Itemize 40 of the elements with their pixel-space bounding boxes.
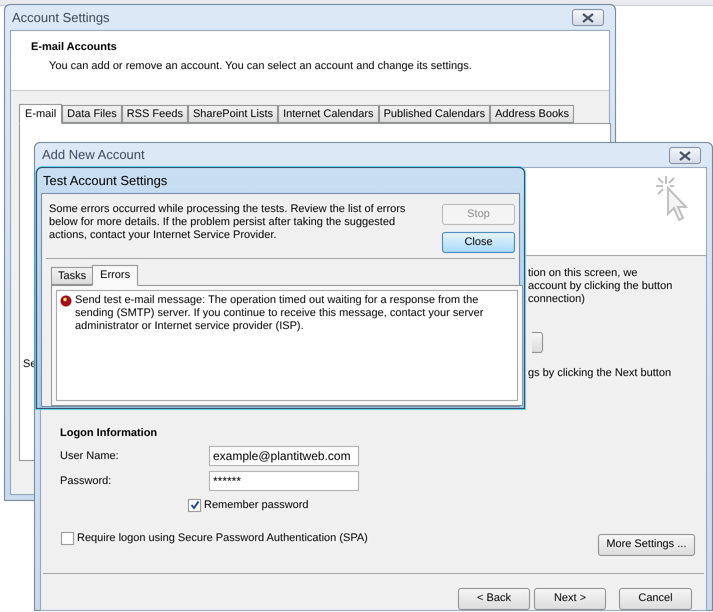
dialog-button[interactable]: Close [442,232,515,253]
error-message: Send test e-mail message: The operation timed out waiting for a response from the sending (SMTP) server. If you continue to receive this message, contact your server administrator or Internet service provider (ISP). [75,294,484,333]
partial-text: connection) [528,293,586,306]
tab[interactable]: SharePoint Lists [188,105,278,123]
dialog-button[interactable]: Next > [534,588,606,610]
dialog-button[interactable]: Cancel [619,588,692,610]
section-heading: E-mail Accounts [31,40,118,55]
dialog-button[interactable]: < Back [458,588,530,610]
tab[interactable]: Published Calendars [378,105,490,123]
dialog-button[interactable]: More Settings ... [598,534,695,556]
user-name-field[interactable]: example@plantitweb.com [209,446,359,466]
partial-text: gs by clicking the Next button [528,366,672,381]
close-button[interactable] [572,9,604,26]
close-icon [582,12,594,22]
tab[interactable]: Tasks [51,267,92,285]
tab[interactable]: E-mail [19,104,62,124]
tab[interactable]: Address Books [490,105,574,123]
section-description: You can add or remove an account. You can select an account and change its settings. [48,58,473,74]
field-label: User Name: [60,448,120,464]
window-title: Account Settings [11,8,110,27]
section-heading: Logon Information [60,426,158,440]
checkbox[interactable] [188,498,201,512]
checkbox[interactable] [61,532,74,545]
tab[interactable]: RSS Feeds [122,105,188,123]
close-button[interactable] [669,147,701,164]
window-title: Test Account Settings [42,172,168,190]
password-field[interactable]: ****** [209,471,359,491]
window-title: Add New Account [41,146,145,164]
cursor-sparkle-icon [654,174,690,224]
close-icon [679,150,691,160]
error-icon [60,295,72,307]
tab[interactable]: Errors [92,265,138,286]
partial-text: account by clicking the button [528,280,674,293]
checkbox-label: Require logon using Secure Password Authentication (SPA) [77,531,368,546]
field-label: Password: [60,474,112,489]
tab[interactable]: Internet Calendars [278,105,379,123]
tab[interactable]: Data Files [62,105,122,123]
checkbox-label: Remember password [204,498,309,513]
error-summary: Some errors occurred while processing the tests. Review the list of errors below for more details. If the problem persist after taking the suggested actions, contact your Internet Service Provider. [48,203,406,243]
partial-text: tion on this screen, we [528,267,638,280]
